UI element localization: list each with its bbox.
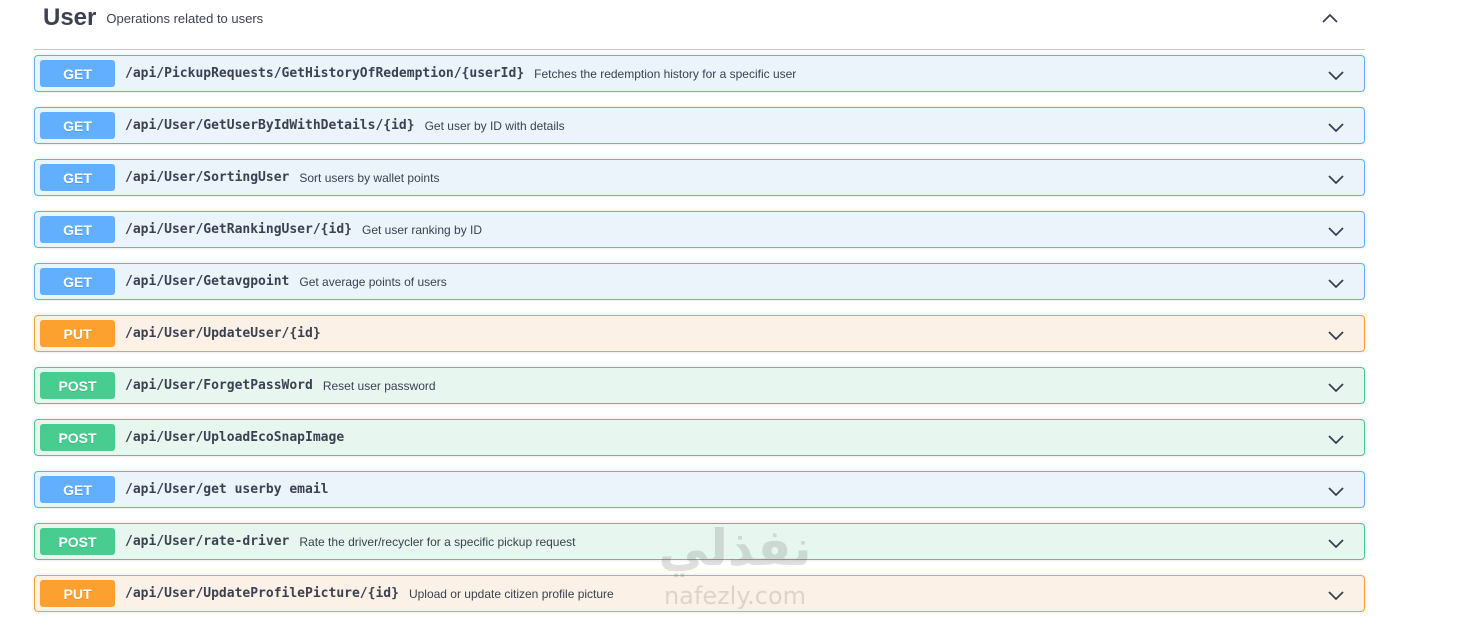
- method-badge: GET: [40, 268, 115, 295]
- endpoint-summary: Reset user password: [322, 378, 436, 393]
- method-badge: GET: [40, 216, 115, 243]
- operation-row[interactable]: GET/api/User/Getavgpoint Get average poin…: [34, 263, 1365, 300]
- operation-row[interactable]: POST/api/User/ForgetPassWord Reset user p…: [34, 367, 1365, 404]
- endpoint-path: /api/PickupRequests/GetHistoryOfRedempti…: [125, 66, 525, 81]
- method-badge: POST: [40, 372, 115, 399]
- endpoint-summary: Get user ranking by ID: [361, 222, 483, 237]
- endpoint-path: /api/User/SortingUser: [125, 170, 290, 185]
- endpoint-summary: Sort users by wallet points: [299, 170, 440, 185]
- method-badge: PUT: [40, 320, 115, 347]
- chevron-up-icon[interactable]: [1320, 8, 1340, 28]
- operation-row[interactable]: PUT/api/User/UpdateUser/{id}: [34, 315, 1365, 352]
- section-header[interactable]: User Operations related to users: [34, 0, 1365, 50]
- chevron-down-icon[interactable]: [1326, 325, 1346, 345]
- endpoint-path: /api/User/Getavgpoint: [125, 274, 290, 289]
- endpoint-summary: Rate the driver/recycler for a specific …: [299, 534, 576, 549]
- endpoint-path: /api/User/ForgetPassWord: [125, 378, 313, 393]
- user-section: User Operations related to users GET/api…: [34, 0, 1365, 612]
- section-description: Operations related to users: [106, 11, 264, 26]
- method-badge: GET: [40, 164, 115, 191]
- operation-row[interactable]: GET/api/User/GetUserByIdWithDetails/{id}…: [34, 107, 1365, 144]
- endpoint-path: /api/User/UpdateProfilePicture/{id}: [125, 586, 399, 601]
- endpoint-summary: Get user by ID with details: [424, 118, 565, 133]
- chevron-down-icon[interactable]: [1326, 377, 1346, 397]
- method-badge: PUT: [40, 580, 115, 607]
- method-badge: GET: [40, 112, 115, 139]
- method-badge: GET: [40, 60, 115, 87]
- operation-row[interactable]: PUT/api/User/UpdateProfilePicture/{id} Up…: [34, 575, 1365, 612]
- chevron-down-icon[interactable]: [1326, 169, 1346, 189]
- chevron-down-icon[interactable]: [1326, 533, 1346, 553]
- operation-row[interactable]: GET/api/PickupRequests/GetHistoryOfRedem…: [34, 55, 1365, 92]
- chevron-down-icon[interactable]: [1326, 481, 1346, 501]
- endpoint-path: /api/User/GetRankingUser/{id}: [125, 222, 352, 237]
- operation-row[interactable]: GET/api/User/get userby email: [34, 471, 1365, 508]
- endpoint-path: /api/User/get userby email: [125, 482, 329, 497]
- operation-row[interactable]: POST/api/User/UploadEcoSnapImage: [34, 419, 1365, 456]
- operation-row[interactable]: POST/api/User/rate-driver Rate the driver…: [34, 523, 1365, 560]
- chevron-down-icon[interactable]: [1326, 273, 1346, 293]
- chevron-down-icon[interactable]: [1326, 117, 1346, 137]
- endpoint-path: /api/User/rate-driver: [125, 534, 290, 549]
- endpoint-path: /api/User/UploadEcoSnapImage: [125, 430, 345, 445]
- endpoint-path: /api/User/UpdateUser/{id}: [125, 326, 321, 341]
- chevron-down-icon[interactable]: [1326, 585, 1346, 605]
- method-badge: POST: [40, 528, 115, 555]
- method-badge: POST: [40, 424, 115, 451]
- operations-list: GET/api/PickupRequests/GetHistoryOfRedem…: [34, 55, 1365, 627]
- endpoint-summary: Upload or update citizen profile picture: [408, 586, 614, 601]
- endpoint-summary: Fetches the redemption history for a spe…: [534, 66, 797, 81]
- chevron-down-icon[interactable]: [1326, 221, 1346, 241]
- operation-row[interactable]: GET/api/User/SortingUser Sort users by wa…: [34, 159, 1365, 196]
- section-title: User: [43, 3, 97, 31]
- endpoint-summary: Get average points of users: [299, 274, 447, 289]
- endpoint-path: /api/User/GetUserByIdWithDetails/{id}: [125, 118, 415, 133]
- chevron-down-icon[interactable]: [1326, 429, 1346, 449]
- operation-row[interactable]: GET/api/User/GetRankingUser/{id} Get user…: [34, 211, 1365, 248]
- chevron-down-icon[interactable]: [1326, 65, 1346, 85]
- method-badge: GET: [40, 476, 115, 503]
